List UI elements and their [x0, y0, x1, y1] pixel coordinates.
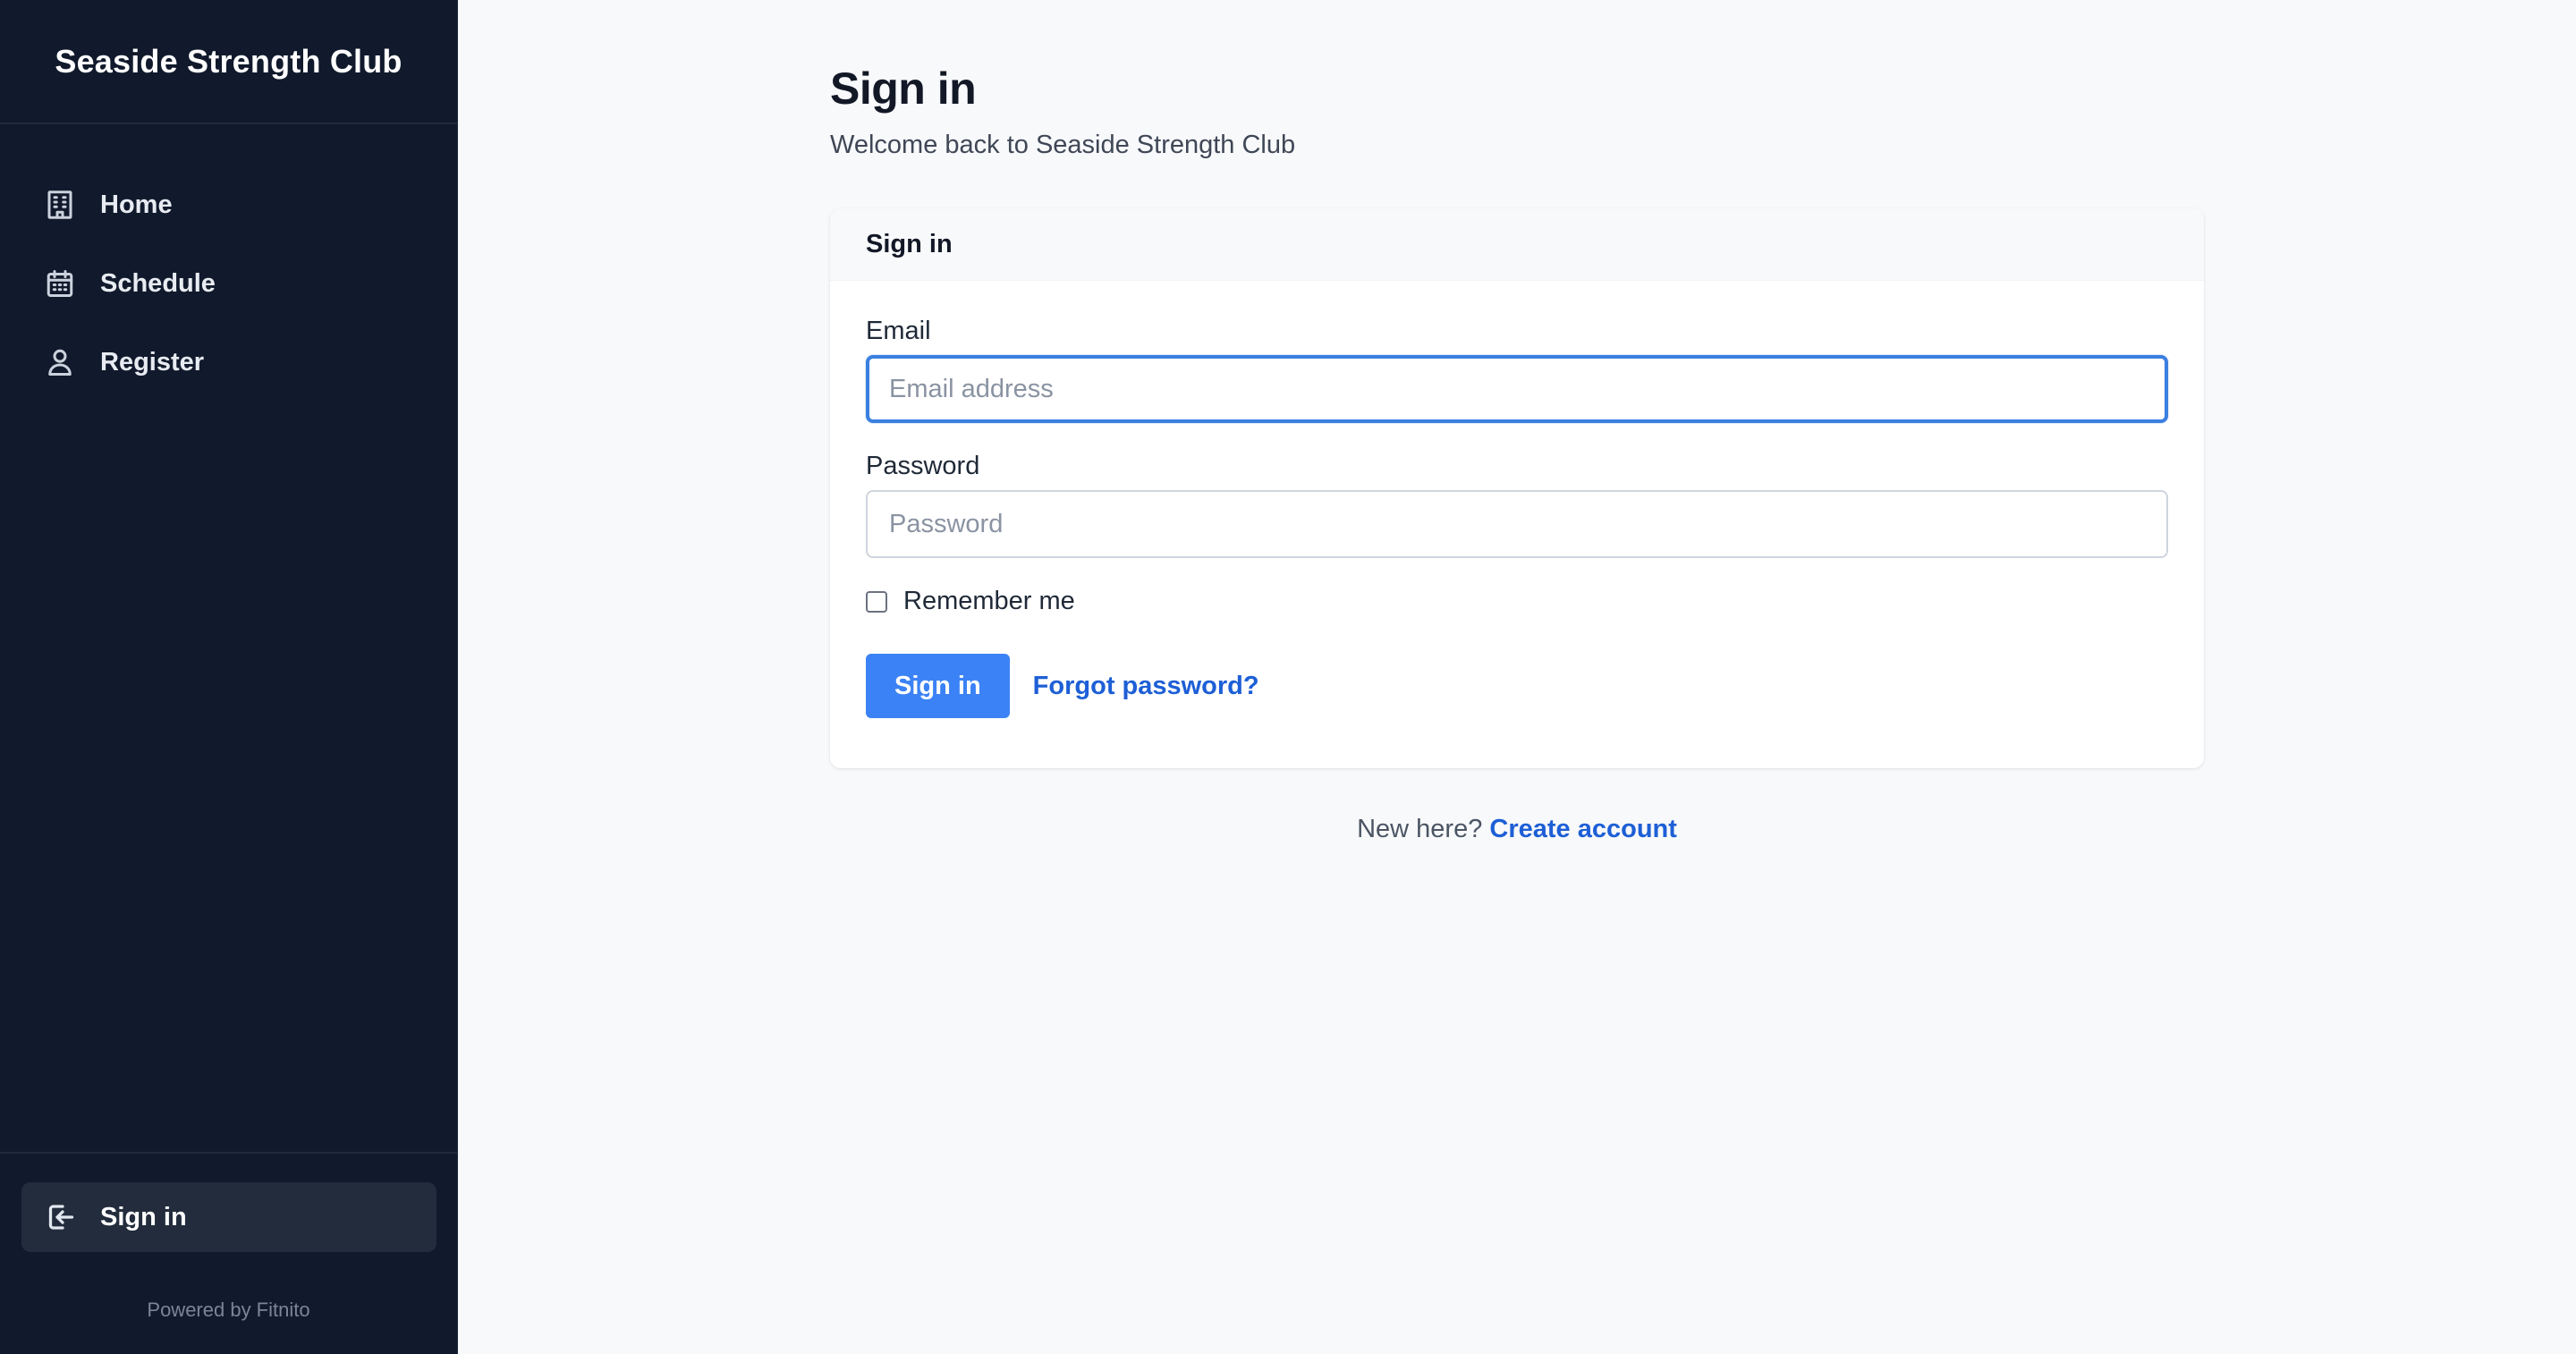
sidebar-nav: Home Schedule Register — [0, 124, 457, 402]
app-root: Seaside Strength Club Home Schedule Regi… — [0, 0, 2576, 1354]
page-subtitle: Welcome back to Seaside Strength Club — [830, 131, 1296, 159]
forgot-password-link[interactable]: Forgot password? — [1033, 672, 1259, 701]
password-label: Password — [866, 452, 980, 480]
powered-by-text: Powered by Fitnito — [147, 1299, 310, 1321]
sidebar-item-label: Schedule — [100, 268, 216, 298]
brand-header: Seaside Strength Club — [0, 0, 457, 124]
remember-me-label[interactable]: Remember me — [903, 587, 1075, 616]
sidebar: Seaside Strength Club Home Schedule Regi… — [0, 0, 458, 1354]
sidebar-item-home[interactable]: Home — [0, 165, 457, 244]
sidebar-item-label: Home — [100, 190, 173, 219]
main-content: Sign in Welcome back to Seaside Strength… — [458, 0, 2576, 1354]
form-actions: Sign in Forgot password? — [866, 654, 2168, 718]
sidebar-item-label: Sign in — [100, 1202, 187, 1231]
signin-content: Sign in Welcome back to Seaside Strength… — [830, 63, 2204, 844]
remember-me-row: Remember me — [866, 587, 2168, 616]
brand-title[interactable]: Seaside Strength Club — [55, 43, 402, 80]
sidebar-item-register[interactable]: Register — [0, 323, 457, 402]
password-field-group: Password — [866, 452, 2168, 558]
building-icon — [43, 188, 77, 222]
sidebar-item-schedule[interactable]: Schedule — [0, 244, 457, 323]
email-field-group: Email — [866, 317, 2168, 423]
sidebar-item-label: Register — [100, 347, 205, 377]
signin-card: Sign in Email Password Remember me — [830, 208, 2204, 768]
email-field[interactable] — [866, 355, 2168, 423]
sign-in-icon — [43, 1200, 77, 1234]
user-icon — [43, 345, 77, 379]
page-title: Sign in — [830, 63, 977, 114]
remember-me-checkbox[interactable] — [866, 590, 887, 613]
email-label: Email — [866, 317, 931, 345]
card-header: Sign in — [830, 208, 2204, 281]
calendar-icon — [43, 267, 77, 300]
create-account-link[interactable]: Create account — [1489, 815, 1677, 843]
password-field[interactable] — [866, 490, 2168, 558]
new-here-prompt: New here? Create account — [830, 815, 2204, 844]
sidebar-footer: Sign in Powered by Fitnito — [0, 1152, 457, 1354]
sign-in-button[interactable]: Sign in — [866, 654, 1010, 718]
new-here-text: New here? — [1357, 815, 1483, 843]
card-body: Email Password Remember me Sign in Forgo… — [830, 281, 2204, 718]
sidebar-item-sign-in[interactable]: Sign in — [21, 1182, 436, 1252]
